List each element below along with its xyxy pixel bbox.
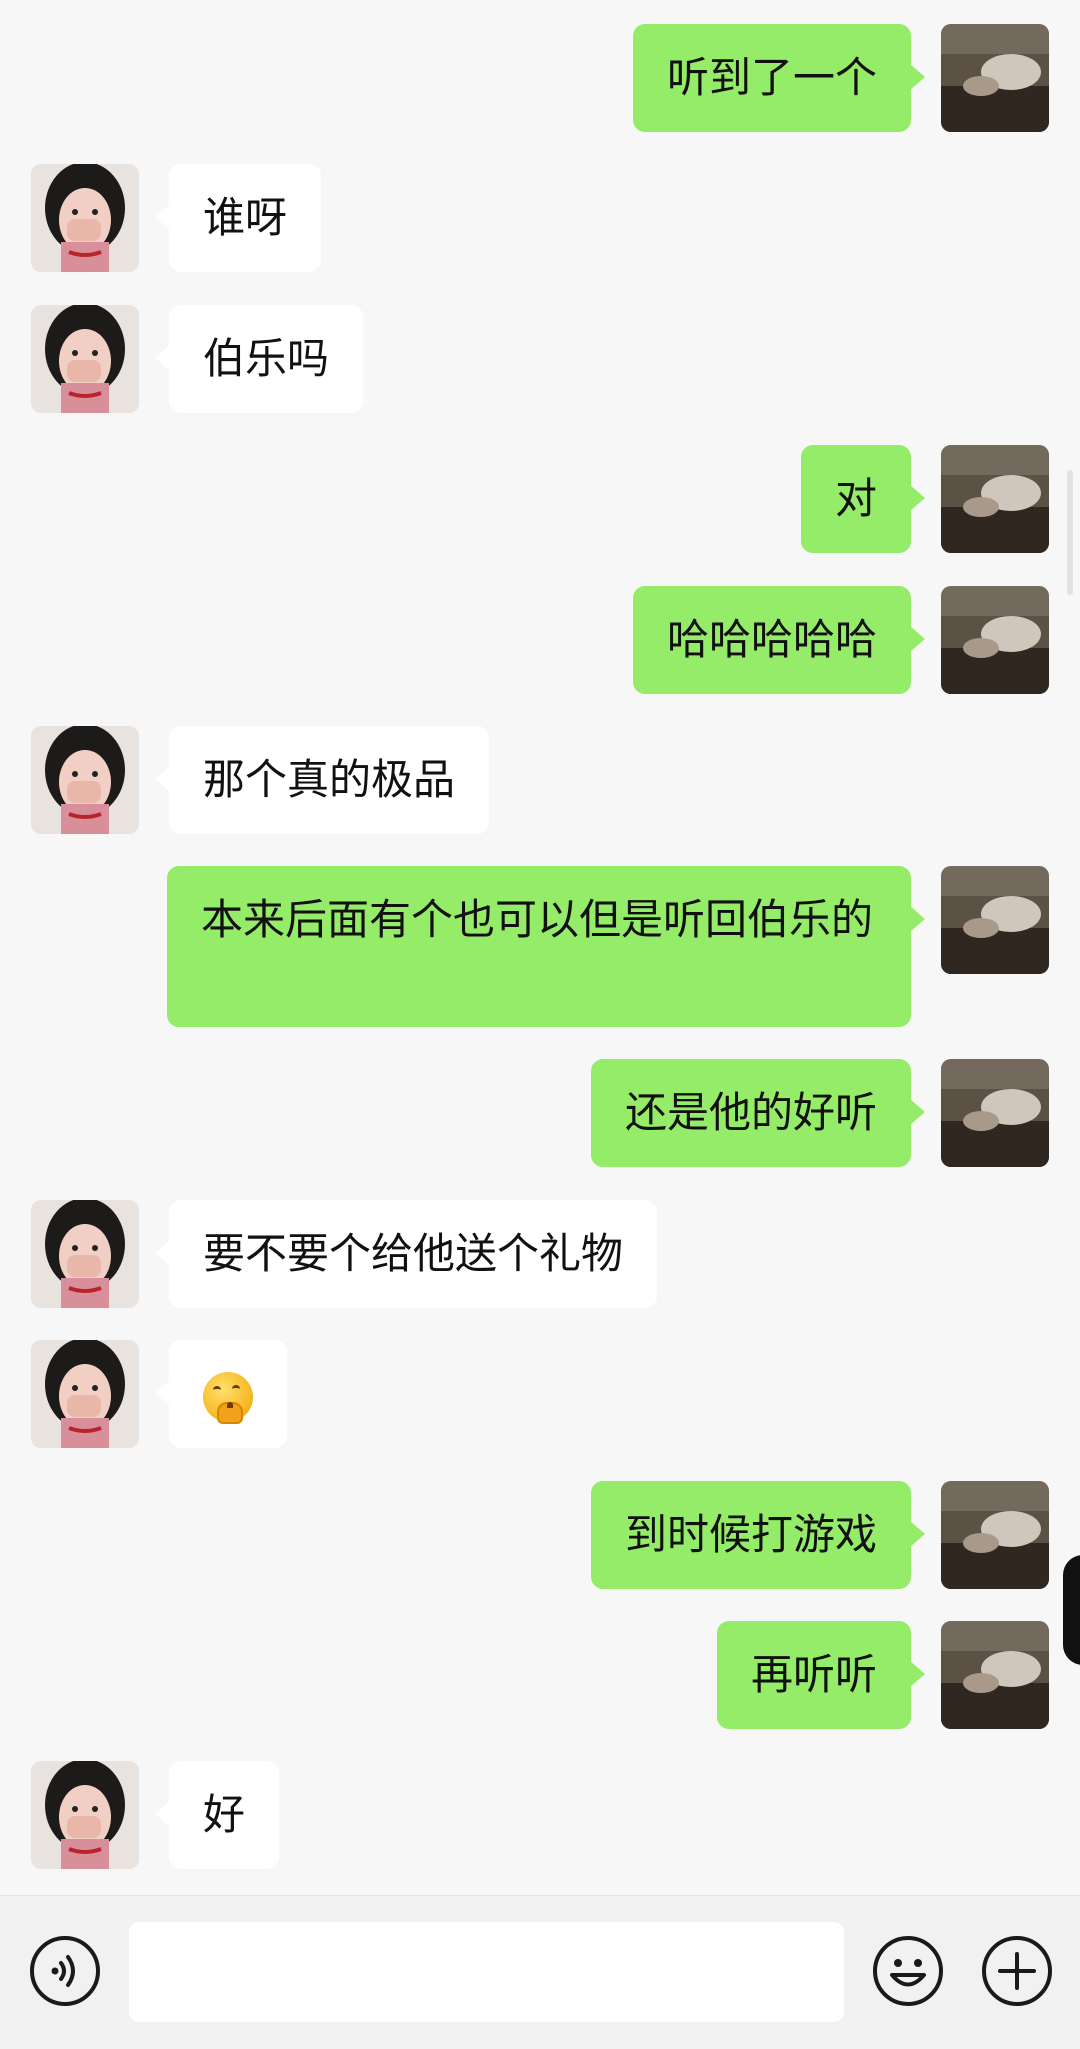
plus-icon[interactable] <box>980 1934 1054 2008</box>
sent-message-bubble[interactable]: 对 <box>800 445 926 553</box>
self-avatar[interactable] <box>941 586 1049 694</box>
sent-message-bubble[interactable]: 哈哈哈哈哈 <box>632 586 926 694</box>
self-avatar[interactable] <box>941 1621 1049 1729</box>
sent-message-bubble[interactable]: 听到了一个 <box>632 24 926 132</box>
received-message-bubble[interactable] <box>155 1340 287 1448</box>
contact-avatar[interactable] <box>31 305 139 413</box>
self-avatar[interactable] <box>941 1059 1049 1167</box>
sent-message-bubble[interactable]: 到时候打游戏 <box>590 1481 926 1589</box>
chat-area[interactable]: 听到了一个 谁呀 伯乐吗 对 哈哈哈哈哈 那个真的极品 本来后面有个也可以但是听… <box>0 0 1080 1895</box>
voice-icon[interactable] <box>28 1934 102 2008</box>
sent-message-bubble[interactable]: 再听听 <box>716 1621 926 1729</box>
scroll-indicator[interactable] <box>1067 470 1073 595</box>
message-input[interactable] <box>129 1922 844 2022</box>
self-avatar[interactable] <box>941 445 1049 553</box>
sent-message-bubble[interactable]: 本来后面有个也可以但是听回伯乐的 <box>167 866 925 1027</box>
thinking-face-icon <box>203 1371 253 1424</box>
input-toolbar <box>0 1895 1080 2049</box>
received-message-bubble[interactable]: 好 <box>154 1761 280 1869</box>
contact-avatar[interactable] <box>31 1200 139 1308</box>
contact-avatar[interactable] <box>31 164 139 272</box>
contact-avatar[interactable] <box>31 1340 139 1448</box>
received-message-bubble[interactable]: 谁呀 <box>154 164 322 272</box>
self-avatar[interactable] <box>941 24 1049 132</box>
contact-avatar[interactable] <box>31 1761 139 1869</box>
received-message-bubble[interactable]: 那个真的极品 <box>154 726 490 834</box>
contact-avatar[interactable] <box>31 726 139 834</box>
received-message-bubble[interactable]: 要不要个给他送个礼物 <box>154 1200 658 1308</box>
sent-message-bubble[interactable]: 还是他的好听 <box>590 1059 926 1167</box>
self-avatar[interactable] <box>941 1481 1049 1589</box>
edge-gesture-handle[interactable] <box>1063 1555 1080 1665</box>
smiley-icon[interactable] <box>871 1934 945 2008</box>
self-avatar[interactable] <box>941 866 1049 974</box>
received-message-bubble[interactable]: 伯乐吗 <box>154 305 364 413</box>
